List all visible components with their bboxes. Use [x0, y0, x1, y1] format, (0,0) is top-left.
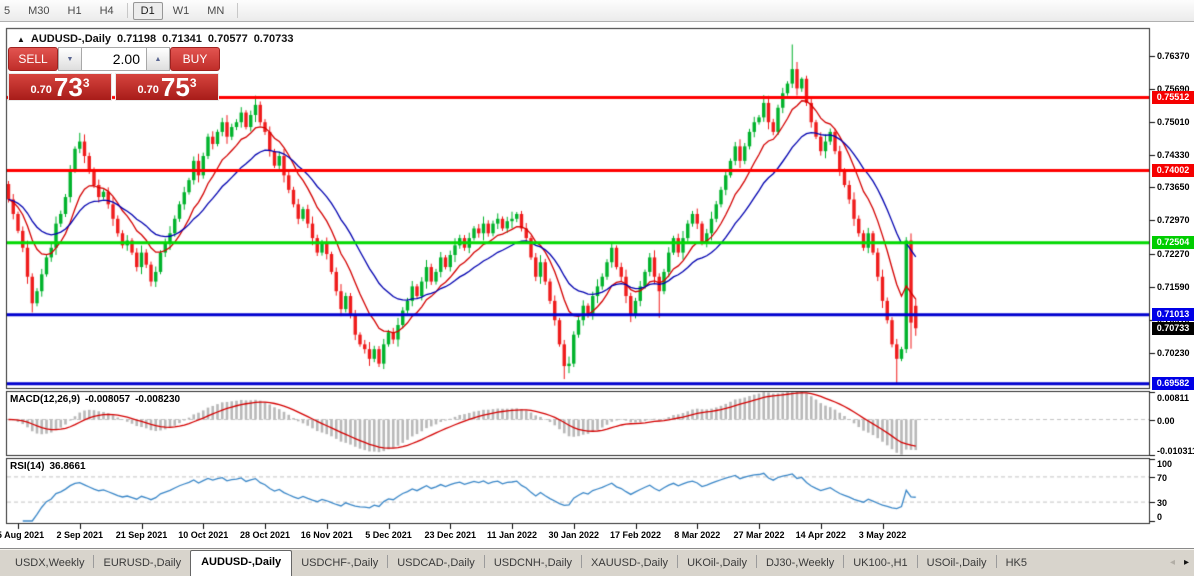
date-axis-label: 3 May 2022 [859, 530, 907, 540]
sell-button[interactable]: SELL [8, 47, 58, 71]
rsi-name: RSI(14) [10, 461, 44, 472]
price-axis-tick: 0.72970 [1157, 215, 1190, 225]
tab-scroll-arrows: ◂ ▸ [1170, 557, 1189, 569]
price-axis-tick: 0.74330 [1157, 150, 1190, 160]
sell-price-box[interactable]: 0.70 73 3 [8, 73, 112, 101]
date-axis-label: 30 Jan 2022 [548, 530, 599, 540]
chevron-down-icon: ▼ [67, 56, 74, 63]
date-axis-label: 5 Dec 2021 [365, 530, 412, 540]
toolbar-separator [127, 3, 128, 18]
buy-price-box[interactable]: 0.70 75 3 [115, 73, 219, 101]
timeframe-button-h1[interactable]: H1 [60, 2, 90, 20]
timeframe-toolbar: 5M30H1H4 D1W1MN [0, 0, 1194, 22]
volume-input[interactable] [82, 47, 146, 71]
chart-expand-icon[interactable]: ▲ [17, 35, 25, 44]
buy-price-prefix: 0.70 [137, 84, 158, 96]
date-axis-label: 14 Apr 2022 [796, 530, 846, 540]
price-badge: 0.70733 [1152, 322, 1194, 335]
tab-usdchf-daily[interactable]: USDCHF-,Daily [292, 553, 387, 576]
timeframe-button-mn[interactable]: MN [199, 2, 232, 20]
buy-price-pipette: 3 [190, 76, 197, 90]
tab-xauusd-daily[interactable]: XAUUSD-,Daily [582, 553, 677, 576]
ohlc-open: 0.71198 [117, 33, 156, 45]
tab-uk100-h1[interactable]: UK100-,H1 [844, 553, 916, 576]
rsi-axis-tick: 100 [1157, 459, 1172, 469]
rsi-value: 36.8661 [49, 461, 85, 472]
price-axis-tick: 0.75010 [1157, 117, 1190, 127]
trading-platform-window: 5M30H1H4 D1W1MN ▲ AUDUSD-,Daily 0.71198 0… [0, 0, 1194, 576]
toolbar-separator [237, 3, 238, 18]
tab-audusd-daily[interactable]: AUDUSD-,Daily [190, 550, 292, 576]
rsi-indicator-label: RSI(14) 36.8661 [10, 461, 91, 472]
volume-increase-button[interactable]: ▲ [146, 47, 170, 71]
price-badge: 0.72504 [1152, 236, 1194, 249]
timeframe-button-d1[interactable]: D1 [133, 2, 163, 20]
rsi-axis-tick: 0 [1157, 512, 1162, 522]
timeframe-button-w1[interactable]: W1 [165, 2, 198, 20]
macd-value-main: -0.008057 [85, 394, 130, 405]
sell-price-big: 73 [54, 76, 83, 99]
macd-indicator-label: MACD(12,26,9) -0.008057 -0.008230 [10, 394, 185, 405]
timeframe-button-5[interactable]: 5 [0, 2, 18, 20]
chart-tab-bar: USDX,WeeklyEURUSD-,DailyAUDUSD-,DailyUSD… [0, 548, 1194, 576]
price-badge: 0.71013 [1152, 308, 1194, 321]
tab-usdcnh-daily[interactable]: USDCNH-,Daily [485, 553, 581, 576]
price-badge: 0.74002 [1152, 164, 1194, 177]
rsi-axis-tick: 70 [1157, 473, 1167, 483]
macd-axis-tick: 0.00811 [1157, 393, 1189, 403]
date-axis-label: 16 Nov 2021 [301, 530, 353, 540]
price-badge: 0.75512 [1152, 91, 1194, 104]
date-axis-label: 2 Sep 2021 [56, 530, 103, 540]
price-axis-tick: 0.73650 [1157, 182, 1190, 192]
ohlc-close: 0.70733 [254, 33, 294, 45]
price-badge: 0.69582 [1152, 377, 1194, 390]
tab-usoil-daily[interactable]: USOil-,Daily [918, 553, 996, 576]
price-axis-tick: 0.71590 [1157, 282, 1190, 292]
date-axis-label: 10 Oct 2021 [178, 530, 228, 540]
macd-name: MACD(12,26,9) [10, 394, 80, 405]
chart-symbol-label: AUDUSD-,Daily [31, 33, 111, 45]
ohlc-low: 0.70577 [208, 33, 248, 45]
tab-usdx-weekly[interactable]: USDX,Weekly [6, 553, 93, 576]
chevron-up-icon: ▲ [155, 56, 162, 63]
buy-button[interactable]: BUY [170, 47, 220, 71]
price-axis-tick: 0.72270 [1157, 249, 1190, 259]
tab-usdcad-daily[interactable]: USDCAD-,Daily [388, 553, 484, 576]
date-axis-label: 8 Mar 2022 [674, 530, 720, 540]
sell-price-prefix: 0.70 [30, 84, 51, 96]
buy-price-big: 75 [161, 76, 190, 99]
volume-decrease-button[interactable]: ▼ [58, 47, 82, 71]
timeframe-button-m30[interactable]: M30 [20, 2, 57, 20]
price-axis-tick: 0.76370 [1157, 51, 1190, 61]
chart-title: ▲ AUDUSD-,Daily 0.71198 0.71341 0.70577 … [17, 33, 299, 45]
date-axis-label: 23 Dec 2021 [424, 530, 476, 540]
date-axis-label: 17 Feb 2022 [610, 530, 661, 540]
macd-axis-tick: 0.00 [1157, 416, 1175, 426]
one-click-trading-panel: SELL ▼ ▲ BUY 0.70 73 3 0.70 75 3 [8, 47, 228, 101]
rsi-axis-tick: 30 [1157, 498, 1167, 508]
sell-price-pipette: 3 [83, 76, 90, 90]
timeframe-button-h4[interactable]: H4 [92, 2, 122, 20]
date-axis-label: 21 Sep 2021 [116, 530, 168, 540]
tab-dj30-weekly[interactable]: DJ30-,Weekly [757, 553, 843, 576]
date-axis-label: 28 Oct 2021 [240, 530, 290, 540]
date-axis-label: 15 Aug 2021 [0, 530, 44, 540]
macd-value-signal: -0.008230 [135, 394, 180, 405]
macd-axis-tick: -0.010311 [1157, 446, 1194, 456]
tab-scroll-right-icon[interactable]: ▸ [1184, 557, 1189, 569]
price-axis-tick: 0.70230 [1157, 348, 1190, 358]
ohlc-high: 0.71341 [162, 33, 202, 45]
date-axis-label: 27 Mar 2022 [733, 530, 784, 540]
tab-ukoil-daily[interactable]: UKOil-,Daily [678, 553, 756, 576]
tab-hk5[interactable]: HK5 [997, 553, 1036, 576]
date-axis-label: 11 Jan 2022 [487, 530, 537, 540]
tab-scroll-left-icon[interactable]: ◂ [1170, 557, 1175, 569]
tab-eurusd-daily[interactable]: EURUSD-,Daily [94, 553, 190, 576]
